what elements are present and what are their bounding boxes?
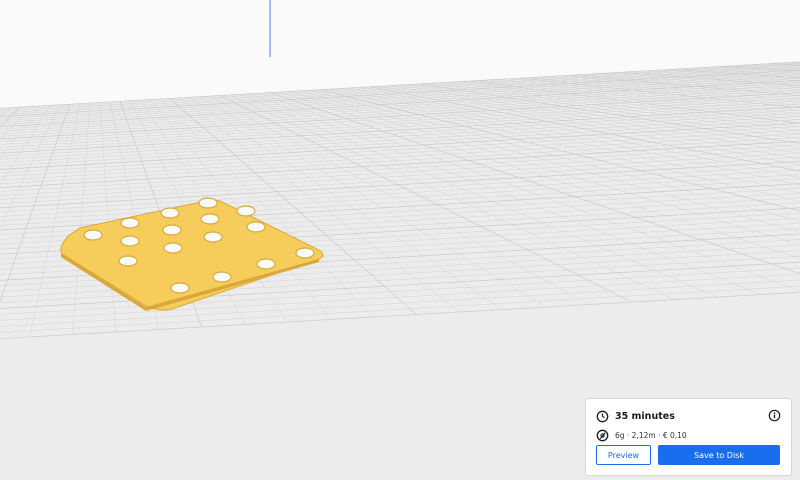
info-icon[interactable] xyxy=(768,409,781,422)
plate-hole xyxy=(256,258,276,270)
plate-hole xyxy=(83,229,103,241)
material-usage-text: 6g · 2,12m · € 0,10 xyxy=(615,430,687,440)
plate-hole xyxy=(120,217,140,229)
save-to-disk-button[interactable]: Save to Disk xyxy=(658,445,780,465)
spool-icon xyxy=(596,429,609,442)
plate-hole xyxy=(160,207,180,219)
preview-button[interactable]: Preview xyxy=(596,445,651,465)
print-time-text: 35 minutes xyxy=(615,410,675,422)
plate-hole xyxy=(236,205,256,217)
plate-hole xyxy=(118,255,138,267)
plate-hole xyxy=(203,231,223,243)
plate-hole xyxy=(163,242,183,254)
plate-hole xyxy=(170,282,190,294)
plate-hole xyxy=(212,271,232,283)
plate-hole xyxy=(198,197,218,209)
clock-icon xyxy=(596,410,609,423)
plate-hole xyxy=(162,224,182,236)
print-info-panel: 35 minutes 6g · 2,12m · € 0,10 Preview S… xyxy=(585,398,792,476)
plate-hole xyxy=(295,247,315,259)
plate-hole xyxy=(246,221,266,233)
plate-hole xyxy=(200,213,220,225)
print-time-row: 35 minutes xyxy=(596,408,781,424)
plate-hole xyxy=(120,235,140,247)
material-usage-row: 6g · 2,12m · € 0,10 xyxy=(596,427,781,443)
